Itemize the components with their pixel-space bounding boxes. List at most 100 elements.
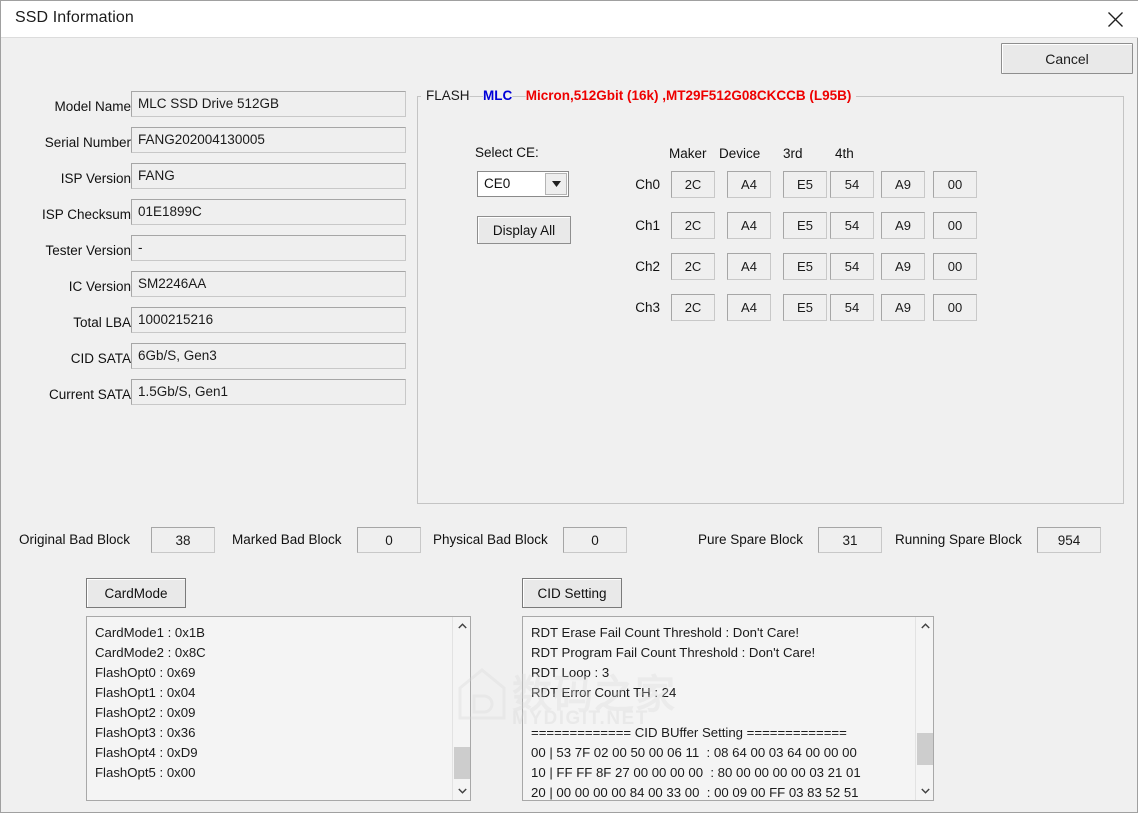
info-value-field[interactable]: SM2246AA xyxy=(131,271,406,297)
channel-id-cell[interactable]: E5 xyxy=(783,294,827,321)
cid-setting-list-item xyxy=(531,703,915,723)
info-row: CID SATA 6Gb/S, Gen3 xyxy=(1,343,411,379)
channel-column-header: 4th xyxy=(835,146,854,161)
cid-setting-list-item: RDT Erase Fail Count Threshold : Don't C… xyxy=(531,625,800,640)
channel-row-label: Ch2 xyxy=(635,259,660,274)
info-value-field[interactable]: 01E1899C xyxy=(131,199,406,225)
channel-id-cell[interactable]: A4 xyxy=(727,294,771,321)
info-label: Tester Version xyxy=(45,243,131,258)
chevron-down-icon[interactable] xyxy=(545,173,567,195)
channel-id-cell[interactable]: 54 xyxy=(830,171,874,198)
info-value-field[interactable]: FANG xyxy=(131,163,406,189)
block-stat-value[interactable]: 954 xyxy=(1037,527,1101,553)
info-label: Serial Number xyxy=(44,135,131,150)
info-label: Current SATA xyxy=(48,387,131,402)
window-title: SSD Information xyxy=(15,9,134,26)
channel-id-cell[interactable]: A9 xyxy=(881,253,925,280)
info-value-field[interactable]: MLC SSD Drive 512GB xyxy=(131,91,406,117)
channel-column-header: 3rd xyxy=(783,146,803,161)
cid-setting-list-item: RDT Loop : 3 xyxy=(531,665,610,680)
info-row: Serial Number FANG202004130005 xyxy=(1,127,411,163)
channel-id-cell[interactable]: 2C xyxy=(671,253,715,280)
channel-id-cell[interactable]: 2C xyxy=(671,171,715,198)
info-label: ISP Version xyxy=(60,171,131,186)
cid-setting-list-item: RDT Error Count TH : 24 xyxy=(531,685,677,700)
info-value-field[interactable]: - xyxy=(131,235,406,261)
channel-id-cell[interactable]: A4 xyxy=(727,253,771,280)
cardmode-button[interactable]: CardMode xyxy=(86,578,186,608)
cid-setting-button[interactable]: CID Setting xyxy=(522,578,622,608)
info-row: ISP Version FANG xyxy=(1,163,411,199)
cid-scrollbar[interactable] xyxy=(915,617,933,800)
info-row: Current SATA 1.5Gb/S, Gen1 xyxy=(1,379,411,415)
cardmode-list-item: FlashOpt3 : 0x36 xyxy=(95,725,196,740)
info-value-field[interactable]: FANG202004130005 xyxy=(131,127,406,153)
channel-row-label: Ch3 xyxy=(635,300,660,315)
cardmode-scrollbar[interactable] xyxy=(452,617,470,800)
info-value-field[interactable]: 1.5Gb/S, Gen1 xyxy=(131,379,406,405)
channel-id-cell[interactable]: 54 xyxy=(830,253,874,280)
flash-title-part: Micron,512Gbit (16k) ,MT29F512G08CKCCB (… xyxy=(525,88,852,103)
channel-id-cell[interactable]: A9 xyxy=(881,171,925,198)
block-stat-value[interactable]: 0 xyxy=(357,527,421,553)
info-row: ISP Checksum 01E1899C xyxy=(1,199,411,235)
scroll-down-icon[interactable] xyxy=(453,782,470,800)
scroll-down-icon[interactable] xyxy=(916,782,933,800)
info-label: Total LBA xyxy=(73,315,131,330)
cancel-button[interactable]: Cancel xyxy=(1001,43,1133,74)
block-stat-value[interactable]: 38 xyxy=(151,527,215,553)
channel-row-label: Ch1 xyxy=(635,218,660,233)
cid-setting-list-item: ============= CID BUffer Setting =======… xyxy=(531,725,847,740)
cid-setting-list-item: 10 | FF FF 8F 27 00 00 00 00 : 80 00 00 … xyxy=(531,765,861,780)
window-titlebar: SSD Information xyxy=(1,1,1138,38)
channel-id-cell[interactable]: A4 xyxy=(727,212,771,239)
drive-info-form: Model Name MLC SSD Drive 512GB Serial Numb… xyxy=(1,91,411,415)
select-ce-dropdown[interactable]: CE0 xyxy=(477,171,569,197)
info-label: ISP Checksum xyxy=(41,207,131,222)
channel-id-cell[interactable]: 54 xyxy=(830,212,874,239)
display-all-button[interactable]: Display All xyxy=(477,216,571,244)
channel-id-cell[interactable]: 00 xyxy=(933,253,977,280)
cid-setting-list-item: 00 | 53 7F 02 00 50 00 06 11 : 08 64 00 … xyxy=(531,745,857,760)
flash-title-type: MLC xyxy=(483,88,513,103)
info-label: IC Version xyxy=(68,279,131,294)
close-icon[interactable] xyxy=(1092,1,1138,37)
scroll-up-icon[interactable] xyxy=(453,617,470,635)
scroll-thumb[interactable] xyxy=(917,733,933,765)
cardmode-list-item: FlashOpt1 : 0x04 xyxy=(95,685,196,700)
channel-id-cell[interactable]: E5 xyxy=(783,212,827,239)
ssd-information-dialog: SSD Information Cancel Model Name MLC SSD… xyxy=(0,0,1138,813)
info-row: Tester Version - xyxy=(1,235,411,271)
scroll-thumb[interactable] xyxy=(454,747,470,779)
cid-setting-listbox[interactable]: RDT Erase Fail Count Threshold : Don't C… xyxy=(522,616,934,801)
info-value-field[interactable]: 6Gb/S, Gen3 xyxy=(131,343,406,369)
info-row: Model Name MLC SSD Drive 512GB xyxy=(1,91,411,127)
channel-id-cell[interactable]: 54 xyxy=(830,294,874,321)
info-label: CID SATA xyxy=(70,351,131,366)
channel-id-cell[interactable]: 2C xyxy=(671,212,715,239)
cardmode-list-item: CardMode1 : 0x1B xyxy=(95,625,205,640)
cardmode-list-item: FlashOpt5 : 0x00 xyxy=(95,765,196,780)
block-stat-value[interactable]: 31 xyxy=(818,527,882,553)
channel-id-cell[interactable]: E5 xyxy=(783,253,827,280)
channel-column-header: Device xyxy=(719,146,761,161)
channel-id-cell[interactable]: 00 xyxy=(933,294,977,321)
channel-id-cell[interactable]: 00 xyxy=(933,171,977,198)
channel-id-cell[interactable]: A9 xyxy=(881,294,925,321)
block-stat-label: Original Bad Block xyxy=(19,532,131,547)
scroll-up-icon[interactable] xyxy=(916,617,933,635)
channel-id-cell[interactable]: 2C xyxy=(671,294,715,321)
channel-id-cell[interactable]: 00 xyxy=(933,212,977,239)
block-stat-label: Marked Bad Block xyxy=(232,532,342,547)
block-stat-label: Physical Bad Block xyxy=(433,532,548,547)
flash-title-prefix: FLASH xyxy=(426,88,470,103)
cid-setting-list-content: RDT Erase Fail Count Threshold : Don't C… xyxy=(523,617,915,800)
cardmode-list-content: CardMode1 : 0x1B CardMode2 : 0x8C FlashOpt… xyxy=(87,617,452,800)
channel-id-cell[interactable]: A9 xyxy=(881,212,925,239)
channel-id-cell[interactable]: A4 xyxy=(727,171,771,198)
cardmode-listbox[interactable]: CardMode1 : 0x1B CardMode2 : 0x8C FlashOpt… xyxy=(86,616,471,801)
cid-setting-list-item: 20 | 00 00 00 00 84 00 33 00 : 00 09 00 … xyxy=(531,785,859,800)
block-stat-value[interactable]: 0 xyxy=(563,527,627,553)
info-value-field[interactable]: 1000215216 xyxy=(131,307,406,333)
channel-id-cell[interactable]: E5 xyxy=(783,171,827,198)
